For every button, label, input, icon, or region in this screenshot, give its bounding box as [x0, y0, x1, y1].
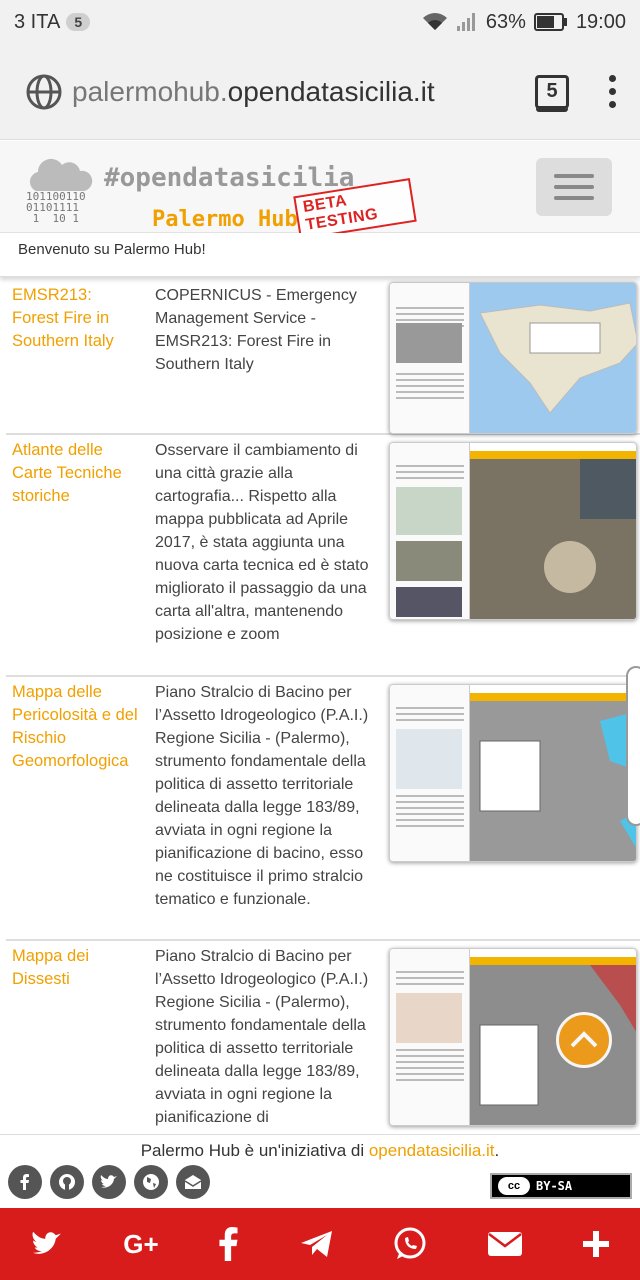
tab-switcher-button[interactable]: 5: [535, 74, 569, 109]
wifi-icon: [422, 13, 447, 30]
item-description: Piano Stralcio di Bacino per l’Assetto I…: [155, 684, 369, 908]
item-title-link[interactable]: Mappa delle Pericolosità e del Rischio G…: [6, 677, 149, 939]
item-title-link[interactable]: 2017 - EMSR213: Forest Fire in Southern …: [6, 277, 149, 433]
battery-percent: 63%: [485, 10, 526, 33]
globe-icon: [26, 74, 62, 109]
list-item: Mappa delle Pericolosità e del Rischio G…: [6, 677, 640, 941]
globe-icon[interactable]: [134, 1165, 168, 1199]
google-plus-icon[interactable]: G+: [123, 1229, 158, 1260]
menu-toggle-button[interactable]: [536, 158, 612, 216]
url-field[interactable]: palermohub.opendatasicilia.it: [72, 76, 435, 108]
site-header: 101100110 01101111 1 10 1 #opendatasicil…: [0, 141, 640, 240]
item-description: Osservare il cambiamento di una città gr…: [155, 442, 369, 643]
list-item: Mappa dei Dissesti Piano Stralcio di Bac…: [6, 941, 640, 1134]
logo-site-name: Palermo Hub: [152, 207, 298, 232]
welcome-banner: Benvenuto su Palermo Hub!: [0, 233, 640, 277]
site-logo[interactable]: 101100110 01101111 1 10 1 #opendatasicil…: [24, 151, 417, 240]
item-title-link[interactable]: Mappa dei Dissesti: [6, 941, 149, 1134]
site-footer: Palermo Hub è un'iniziativa di opendatas…: [0, 1134, 640, 1208]
notification-badge: 5: [66, 13, 91, 31]
item-description: situazione drammatica vista da COPERNICU…: [155, 277, 375, 373]
telegram-icon[interactable]: [300, 1229, 334, 1259]
carrier-label: 3 ITA: [14, 10, 61, 33]
scroll-to-top-button[interactable]: [556, 1012, 612, 1068]
footer-credit: Palermo Hub è un'iniziativa di opendatas…: [140, 1141, 500, 1160]
facebook-icon[interactable]: [218, 1227, 240, 1261]
cloud-icon: [29, 158, 93, 191]
battery-icon: [533, 13, 567, 31]
clock: 19:00: [575, 10, 626, 33]
plus-icon[interactable]: [582, 1230, 610, 1258]
browser-menu-button[interactable]: [609, 75, 616, 108]
whatsapp-icon[interactable]: [393, 1227, 427, 1261]
item-description: Piano Stralcio di Bacino per l’Assetto I…: [155, 948, 369, 1126]
browser-address-bar: palermohub.opendatasicilia.it 5: [0, 44, 640, 140]
logo-binary: 101100110 01101111 1 10 1: [26, 190, 86, 225]
footer-link[interactable]: opendatasicilia.it: [369, 1141, 495, 1160]
list-item: Atlante delle Carte Tecniche storiche Os…: [6, 435, 640, 677]
footer-text: Palermo Hub è un'iniziativa di: [140, 1141, 369, 1160]
chevron-up-icon: [570, 1031, 598, 1048]
scroll-handle[interactable]: [626, 666, 640, 826]
list-item: 2017 - EMSR213: Forest Fire in Southern …: [6, 277, 640, 435]
content-list[interactable]: 2017 - EMSR213: Forest Fire in Southern …: [0, 277, 640, 1134]
item-title-link[interactable]: Atlante delle Carte Tecniche storiche: [6, 435, 149, 675]
github-icon[interactable]: [50, 1165, 84, 1199]
carrier-info: 3 ITA 5: [14, 10, 91, 34]
email-icon[interactable]: [487, 1230, 523, 1258]
cc-logo: cc: [498, 1177, 530, 1195]
facebook-icon[interactable]: [8, 1165, 42, 1199]
license-badge[interactable]: cc BY-SA: [490, 1173, 632, 1199]
url-subdomain: palermohub.: [72, 75, 228, 107]
twitter-icon[interactable]: [30, 1230, 64, 1258]
item-thumbnail[interactable]: [389, 442, 637, 620]
signal-icon: [456, 13, 475, 31]
url-host: opendatasicilia.it: [227, 75, 435, 107]
email-icon[interactable]: [176, 1165, 210, 1199]
tab-count: 5: [546, 80, 558, 102]
twitter-icon[interactable]: [92, 1165, 126, 1199]
item-thumbnail[interactable]: [389, 684, 637, 862]
status-bar: 3 ITA 5 63% 19:00: [0, 0, 640, 44]
item-thumbnail[interactable]: [389, 282, 637, 434]
license-label: BY-SA: [536, 1179, 573, 1193]
share-bar: G+: [0, 1208, 640, 1280]
logo-hashtag: #opendatasicilia: [104, 163, 355, 193]
